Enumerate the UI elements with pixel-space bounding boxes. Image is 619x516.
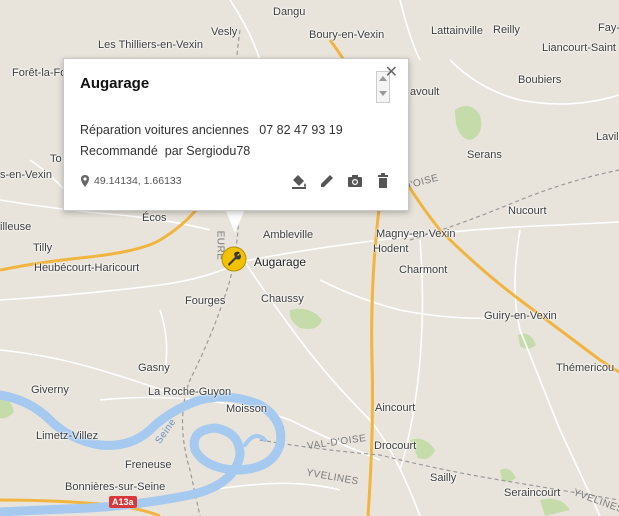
place-label: Serans [467, 149, 502, 161]
location-pin-icon [81, 175, 89, 187]
popup-description: Réparation voitures anciennes 07 82 47 9… [80, 123, 343, 158]
place-label: Fourges [185, 295, 226, 307]
place-label: Freneuse [125, 459, 172, 471]
popup-toolbar [289, 171, 393, 191]
place-label: Écos [142, 212, 167, 224]
place-label: Liancourt-Saint [542, 42, 616, 54]
place-label: Limetz-Villez [36, 430, 99, 442]
place-label: La Roche-Guyon [148, 386, 232, 398]
road-badge: A13a [109, 496, 137, 508]
place-label: Thémericou [556, 362, 615, 374]
place-label: Lavil [596, 131, 619, 143]
place-label: Gasny [138, 362, 170, 374]
coordinates-text: 49.14134, 1.66133 [94, 175, 182, 187]
place-label: illeuse [0, 221, 32, 233]
popup-title: Augarage [80, 75, 150, 92]
info-popup: Augarage ✕ Réparation voitures anciennes… [63, 58, 409, 211]
place-label: Guiry-en-Vexin [484, 310, 557, 322]
place-label: Vesly [211, 26, 238, 38]
place-label: Boury-en-Vexin [309, 29, 385, 41]
place-label: Aincourt [375, 402, 416, 414]
place-label: Nucourt [508, 205, 547, 217]
place-label: Dangu [273, 6, 306, 18]
edit-pencil-icon[interactable] [317, 171, 337, 191]
close-icon[interactable]: ✕ [385, 65, 398, 81]
place-label: Giverny [31, 384, 69, 396]
place-label: Magny-en-Vexin [376, 228, 456, 240]
place-label: Charmont [399, 264, 448, 276]
place-label: Tilly [33, 242, 53, 254]
place-label: Forêt-la-Fo [12, 67, 67, 79]
popup-coordinates: 49.14134, 1.66133 [80, 175, 182, 187]
wrench-marker-icon[interactable] [220, 245, 248, 273]
place-label: Seraincourt [504, 487, 561, 499]
place-label: Lattainville [431, 25, 483, 37]
style-paint-bucket-icon[interactable] [289, 171, 309, 191]
place-label: Boubiers [518, 74, 562, 86]
popup-tail [225, 209, 245, 233]
place-label: Bonnières-sur-Seine [65, 481, 166, 493]
place-label: Moisson [226, 403, 267, 415]
place-label: avoult [410, 86, 440, 98]
place-label: Les Thilliers-en-Vexin [98, 39, 203, 51]
place-label: Hodent [373, 243, 409, 255]
marker-label: Augarage [254, 255, 307, 269]
place-label: s-en-Vexin [0, 169, 52, 181]
place-label: Reilly [493, 24, 520, 36]
place-label: Heubécourt-Haricourt [34, 262, 140, 274]
place-label: To [50, 153, 62, 165]
camera-icon[interactable] [345, 171, 365, 191]
delete-trash-icon[interactable] [373, 171, 393, 191]
place-label: Ambleville [263, 229, 314, 241]
place-label: Fay- [598, 22, 619, 34]
place-label: Chaussy [261, 293, 304, 305]
place-label: Drocourt [374, 440, 417, 452]
place-label: Sailly [430, 472, 457, 484]
